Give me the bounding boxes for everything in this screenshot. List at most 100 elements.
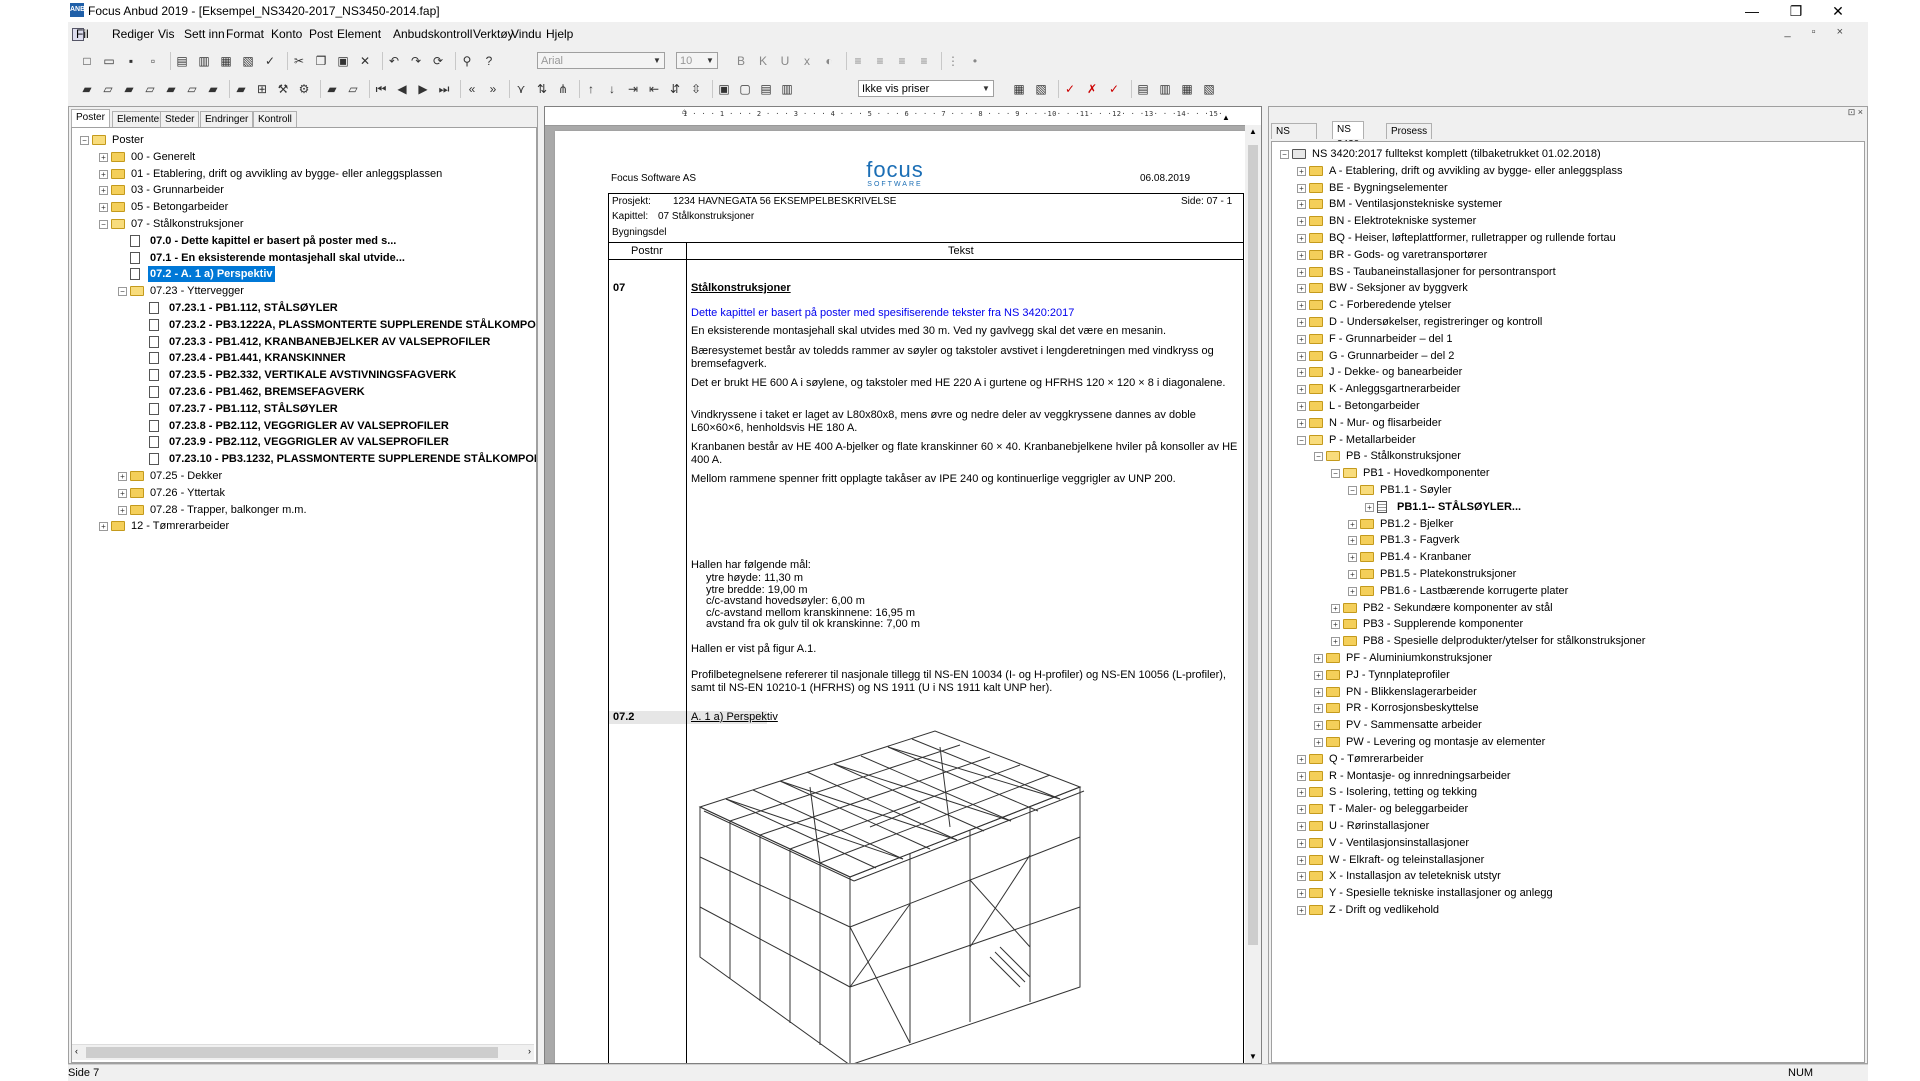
ns3420-tree[interactable]: − NS 3420:2017 fulltekst komplett (tilbak… [1271,141,1865,1063]
expand-icon[interactable]: + [1297,284,1306,294]
expand-icon[interactable]: + [1365,502,1374,512]
expand-icon[interactable]: + [99,522,108,532]
report-icon[interactable]: ▤ [1136,82,1150,96]
post-title[interactable]: A. 1 a) Perspektiv [691,711,778,723]
justify-icon[interactable]: ≡ [917,54,931,68]
expand-icon[interactable]: + [118,472,127,481]
tab-endringer[interactable]: Endringer [200,111,254,127]
folder-add-icon[interactable]: ▰ [234,82,248,96]
collapse-icon[interactable]: − [80,136,89,145]
right-margin-marker-icon[interactable]: ▲ [1222,113,1230,122]
numbered-list-icon[interactable]: ⋮ [946,54,960,68]
expand-icon[interactable]: + [1297,200,1306,210]
expand-icon[interactable]: + [1297,788,1306,798]
expand-icon[interactable]: + [1297,855,1306,865]
next-icon[interactable]: ▶ [416,82,430,96]
back-icon[interactable]: « [465,82,479,96]
view-c-icon[interactable]: ▤ [759,82,773,96]
font-size-combo[interactable]: 10 ▼ [676,52,718,69]
delete-icon[interactable]: ✕ [358,54,372,68]
collapse-icon[interactable]: − [1331,469,1340,479]
restore-button[interactable]: ❐ [1776,0,1816,22]
scroll-down-icon[interactable]: ▼ [1249,1052,1257,1061]
folder-new-icon[interactable]: ▰ [80,82,94,96]
expand-icon[interactable]: + [1297,183,1306,193]
italic-icon[interactable]: K [756,54,770,68]
expand-icon[interactable]: + [1297,418,1306,428]
expand-icon[interactable]: + [1297,906,1306,915]
price-view-combo[interactable]: Ikke vis priser ▼ [858,80,994,97]
scroll-left-icon[interactable]: ‹ [75,1046,78,1056]
expand-icon[interactable]: + [1297,267,1306,277]
align-left-icon[interactable]: ≡ [851,54,865,68]
expand-icon[interactable]: + [1297,368,1306,378]
view-b-icon[interactable]: ▢ [738,82,752,96]
mdi-window-controls[interactable]: _ ▫ × [1784,26,1852,38]
menu-post[interactable]: Post [309,27,333,41]
post-merge-icon[interactable]: ▰ [206,82,220,96]
report-c-icon[interactable]: ▦ [1180,82,1194,96]
menu-sett-inn[interactable]: Sett inn [184,27,225,41]
bold-icon[interactable]: B [734,54,748,68]
prev-icon[interactable]: ◀ [395,82,409,96]
spec-reference-text[interactable]: Dette kapittel er basert på poster med s… [691,307,1239,320]
move-up-icon[interactable]: ↑ [584,82,598,96]
expand-icon[interactable]: + [1314,738,1323,747]
poster-tree[interactable]: − Poster +00 - Generelt +01 - Etablering, d… [71,127,537,1063]
collapse-icon[interactable]: − [1297,435,1306,445]
expand-icon[interactable]: + [1297,250,1306,260]
calc-icon[interactable]: ▦ [1012,82,1026,96]
renumber-icon[interactable]: ⇳ [689,82,703,96]
collapse-icon[interactable]: − [118,287,127,297]
menu-verktøy[interactable]: Verktøy [473,27,514,41]
subscript-icon[interactable]: x [800,54,814,68]
tab-poster[interactable]: Poster [71,109,110,127]
expand-icon[interactable]: + [1297,754,1306,764]
expand-icon[interactable]: + [1314,704,1323,714]
expand-icon[interactable]: + [1297,318,1306,327]
move-down-icon[interactable]: ↓ [605,82,619,96]
post-copy-icon[interactable]: ▰ [164,82,178,96]
pdf-icon[interactable]: ▦ [219,54,233,68]
spell-check-icon[interactable]: ✓ [263,54,277,68]
highlight-icon[interactable]: ◐ [822,54,836,68]
save-all-icon[interactable]: ▫ [146,54,160,68]
menu-anbudskontroll[interactable]: Anbudskontroll [393,27,472,41]
expand-icon[interactable]: + [1297,301,1306,311]
post-move-icon[interactable]: ▱ [185,82,199,96]
expand-icon[interactable]: + [1297,351,1306,361]
bullet-list-icon[interactable]: • [968,54,982,68]
tab-ns-3420[interactable]: NS 3420 [1332,121,1365,150]
post-add-icon[interactable]: ▰ [122,82,136,96]
expand-icon[interactable]: + [1348,586,1357,596]
panel-close-icon[interactable]: ⊡ × [1848,107,1863,118]
expand-icon[interactable]: + [1297,334,1306,344]
expand-icon[interactable]: + [1297,217,1306,227]
expand-icon[interactable]: + [1297,234,1306,243]
indent-icon[interactable]: ⇥ [626,82,640,96]
expand-icon[interactable]: + [1297,402,1306,411]
expand-icon[interactable]: + [1297,822,1306,831]
expand-icon[interactable]: + [99,152,108,162]
collapse-icon[interactable]: − [1348,486,1357,495]
view-d-icon[interactable]: ▥ [780,82,794,96]
align-right-icon[interactable]: ≡ [895,54,909,68]
menu-vindu[interactable]: Vindu [511,27,541,41]
menu-rediger[interactable]: Rediger [112,27,154,41]
expand-icon[interactable]: + [1314,687,1323,697]
horizontal-scrollbar[interactable]: ‹ › [72,1044,534,1060]
settings-icon[interactable]: ⚙ [297,82,311,96]
expand-icon[interactable]: + [1297,838,1306,848]
report-b-icon[interactable]: ▥ [1158,82,1172,96]
collapse-icon[interactable]: − [1280,150,1289,159]
expand-icon[interactable]: + [1297,889,1306,899]
export-icon[interactable]: ▧ [241,54,255,68]
expand-icon[interactable]: + [1297,166,1306,176]
menu-fil[interactable]: Fil [76,27,89,41]
menu-element[interactable]: Element [337,27,381,41]
print-preview-icon[interactable]: ▤ [175,54,189,68]
menu-vis[interactable]: Vis [158,27,174,41]
expand-icon[interactable]: + [1314,670,1323,680]
post-sub-icon[interactable]: ▱ [143,82,157,96]
expand-icon[interactable]: + [1348,570,1357,579]
